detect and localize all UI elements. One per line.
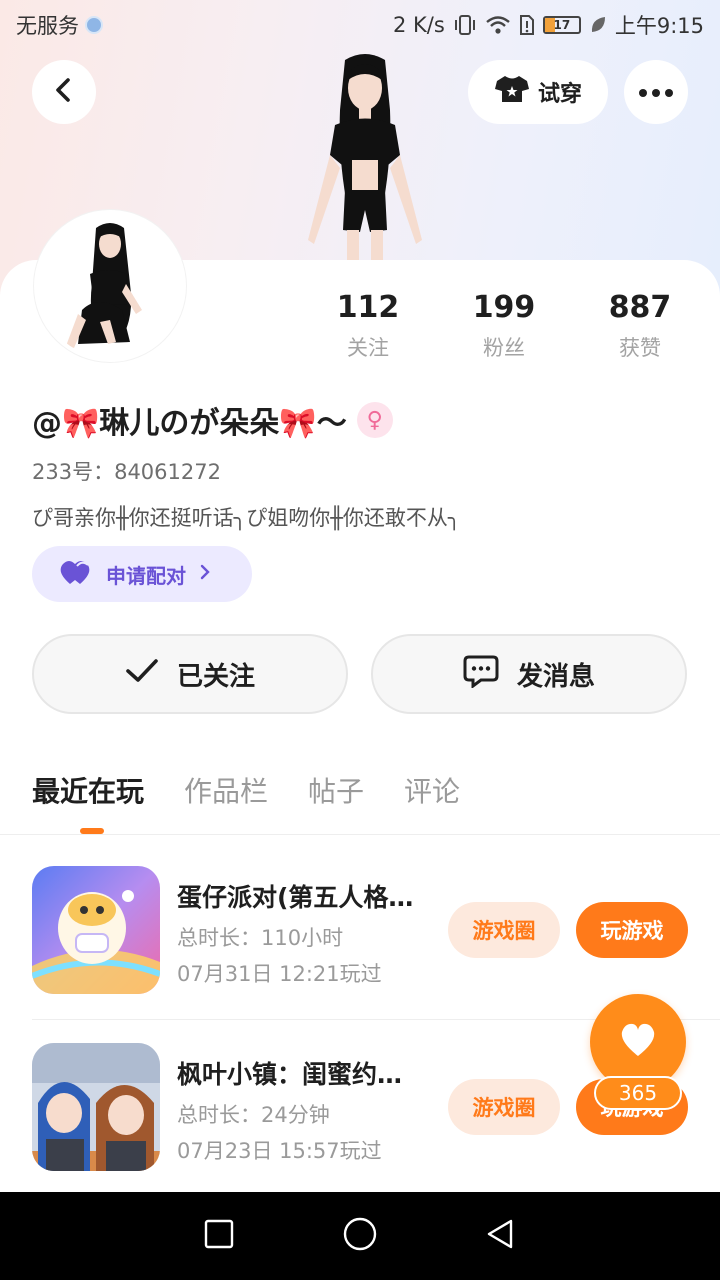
game-thumbnail-maple-town[interactable] (32, 1043, 160, 1171)
shirt-icon (494, 74, 530, 110)
game-circle-button[interactable]: 游戏圈 (448, 1079, 560, 1135)
battery-level: 17 (553, 18, 571, 32)
stat-following-count: 112 (336, 290, 400, 325)
back-nav-icon[interactable] (485, 1218, 517, 1254)
followed-button[interactable]: 已关注 (32, 634, 348, 714)
like-count: 365 (594, 1076, 682, 1110)
network-speed: 2 K/s (393, 13, 445, 37)
game-title: 枫叶小镇：闺蜜约… (177, 1060, 403, 1089)
chevron-right-icon (198, 562, 212, 586)
sim-alert-icon (519, 14, 535, 36)
stat-fans-count: 199 (472, 290, 536, 325)
profile-tabs: 最近在玩 作品栏 帖子 评论 (32, 770, 460, 810)
stat-likes[interactable]: 887 获赞 (572, 290, 708, 362)
carrier-text: 无服务 (16, 14, 79, 38)
game-last-played: 07月31日 12:21玩过 (177, 962, 382, 986)
stat-likes-count: 887 (608, 290, 672, 325)
tab-works[interactable]: 作品栏 (184, 770, 268, 810)
tryon-label: 试穿 (537, 82, 582, 107)
recents-icon[interactable] (203, 1218, 235, 1254)
more-dots-icon (638, 83, 674, 102)
stat-likes-label: 获赞 (619, 336, 661, 360)
status-bar: 无服务 2 K/s 17 上午9:15 (0, 0, 720, 50)
send-message-label: 发消息 (516, 661, 595, 692)
profile-stats: 112 关注 199 粉丝 887 获赞 (300, 290, 720, 362)
play-game-button[interactable]: 玩游戏 (576, 902, 688, 958)
followed-label: 已关注 (176, 661, 255, 692)
tab-recently-played[interactable]: 最近在玩 (32, 770, 144, 810)
game-row[interactable]: 蛋仔派对(第五人格… 总时长：110小时 07月31日 12:21玩过 游戏圈 … (32, 866, 720, 996)
system-nav-bar (0, 1192, 720, 1280)
user-bio: ぴ哥亲你╫你还挺听话╮ぴ姐吻你╫你还敢不从╮ (32, 506, 461, 530)
tabs-divider (0, 834, 720, 835)
nickname-text: @🎀琳儿のが朵朵🎀～ (32, 406, 347, 441)
wifi-icon (485, 14, 511, 36)
send-message-button[interactable]: 发消息 (371, 634, 687, 714)
chat-bubble-icon (463, 654, 499, 695)
check-icon (125, 658, 159, 691)
vibrate-icon (453, 14, 477, 36)
female-icon: ♀ (356, 402, 393, 438)
pair-request-button[interactable]: 申请配对 (32, 546, 252, 602)
home-icon[interactable] (342, 1216, 378, 1256)
more-button[interactable] (624, 60, 688, 124)
game-title: 蛋仔派对(第五人格… (177, 883, 414, 912)
tab-comments[interactable]: 评论 (404, 770, 460, 810)
back-button[interactable] (32, 60, 96, 124)
chevron-left-icon (50, 76, 78, 108)
game-last-played: 07月23日 15:57玩过 (177, 1139, 382, 1163)
tryon-button[interactable]: 试穿 (468, 60, 608, 124)
battery-icon: 17 (542, 16, 581, 34)
avatar[interactable] (34, 210, 186, 362)
user-id: 233号：84061272 (32, 460, 221, 484)
tab-posts[interactable]: 帖子 (308, 770, 364, 810)
heart-icon (60, 558, 94, 591)
stat-following[interactable]: 112 关注 (300, 290, 436, 362)
game-duration: 总时长：24分钟 (177, 1103, 330, 1127)
game-duration: 总时长：110小时 (177, 926, 344, 950)
stat-fans[interactable]: 199 粉丝 (436, 290, 572, 362)
game-thumbnail-eggy-party[interactable] (32, 866, 160, 994)
profile-nickname: @🎀琳儿のが朵朵🎀～ ♀ (32, 398, 393, 442)
stat-fans-label: 粉丝 (483, 336, 525, 360)
heart-icon (618, 1022, 658, 1062)
clock-time: 上午9:15 (614, 14, 704, 38)
stat-following-label: 关注 (347, 336, 389, 360)
game-circle-button[interactable]: 游戏圈 (448, 902, 560, 958)
pair-label: 申请配对 (106, 563, 186, 588)
leaf-icon (589, 15, 607, 35)
vpn-icon (85, 16, 103, 34)
avatar-3d-figure (290, 50, 440, 262)
